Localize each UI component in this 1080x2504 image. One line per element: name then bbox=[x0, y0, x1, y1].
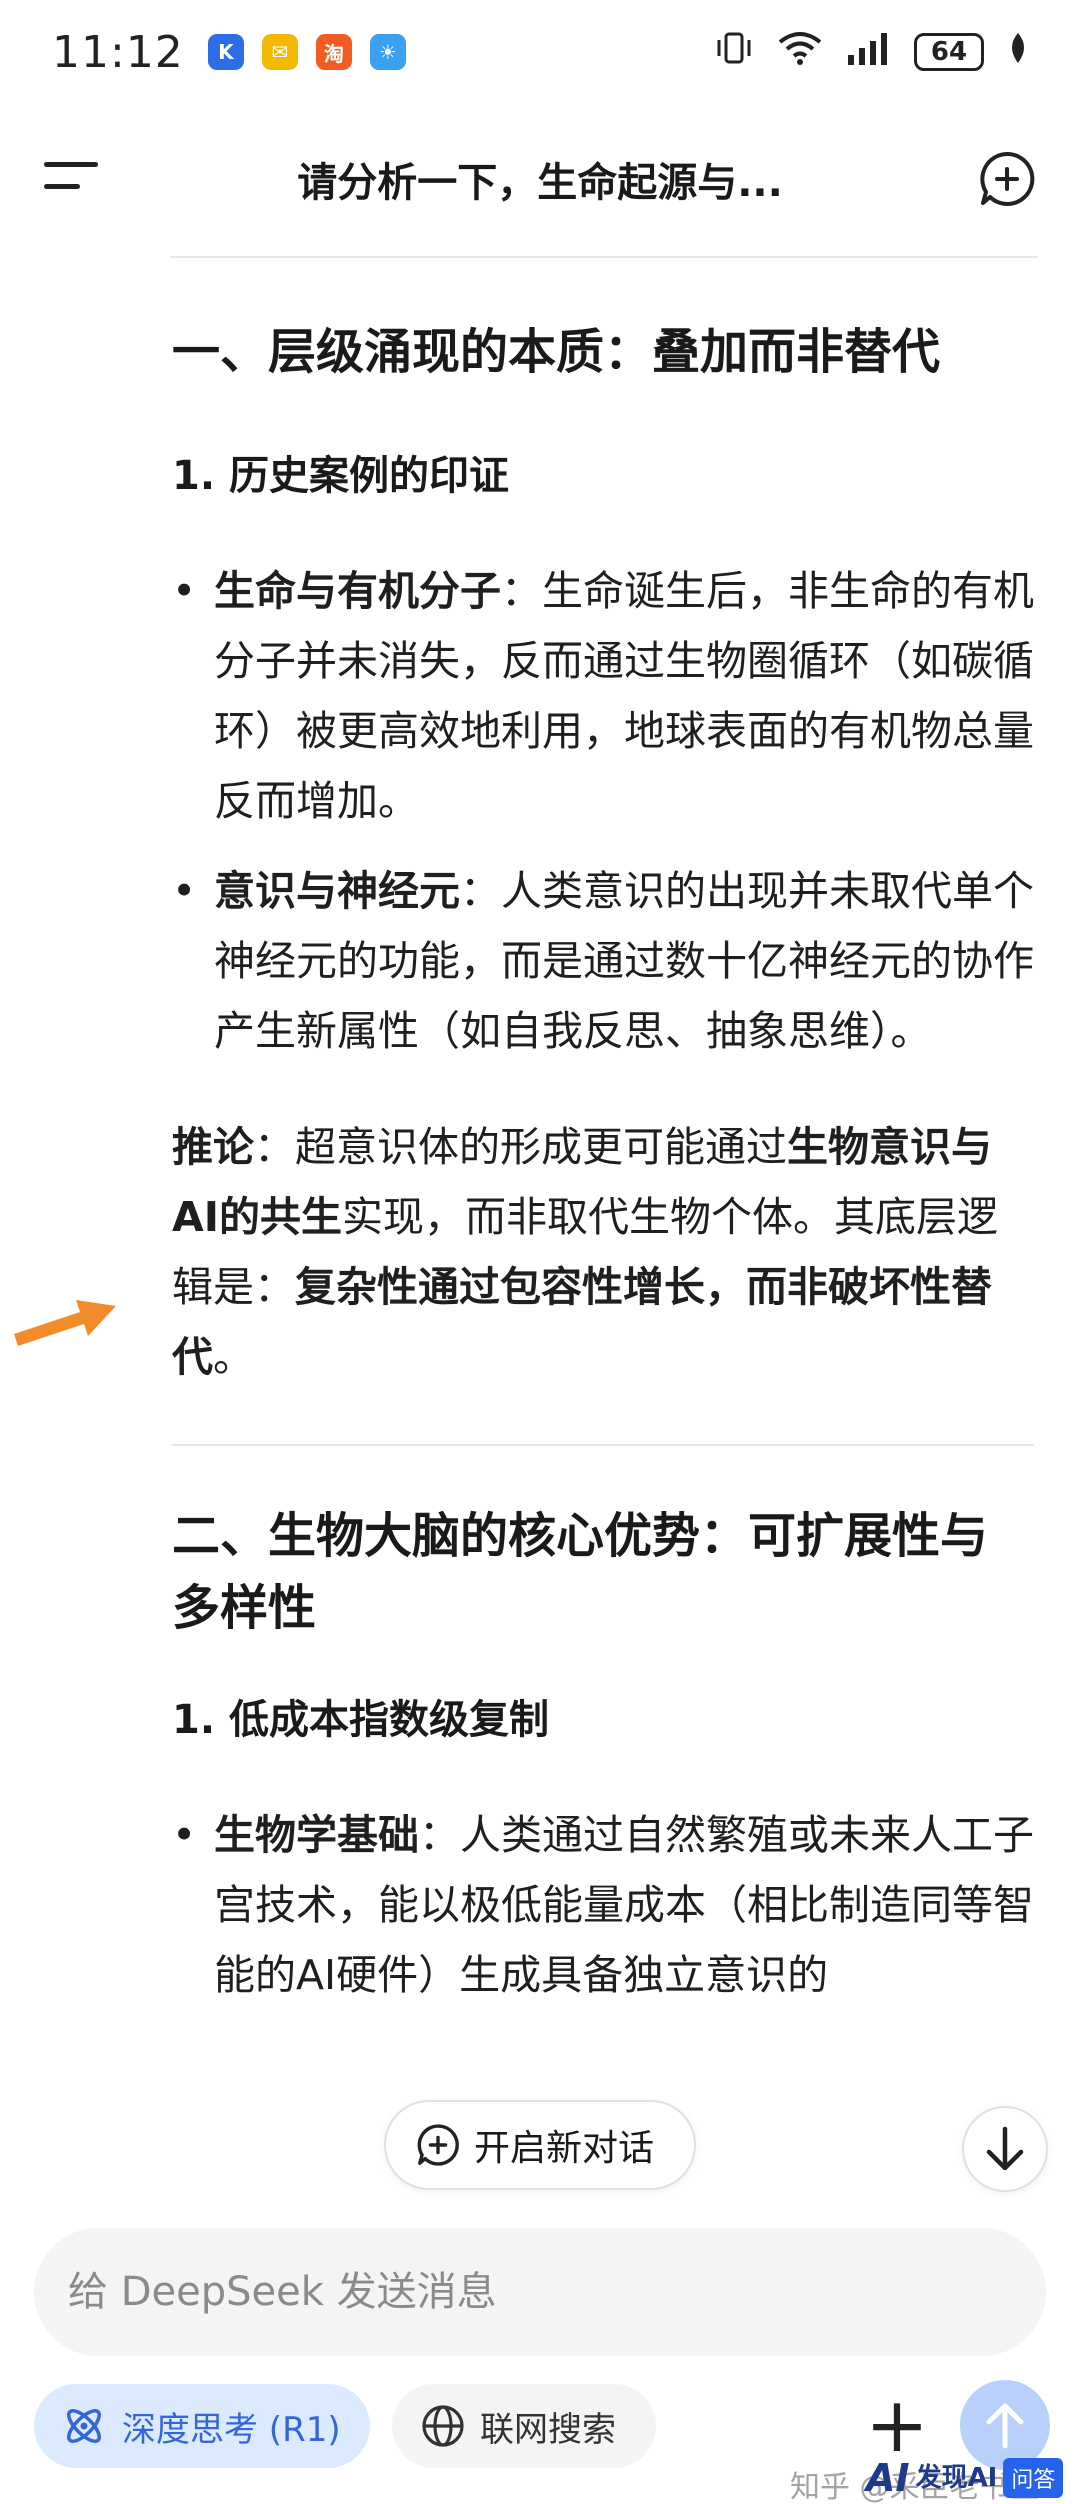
inference-emphasis: 复杂性通过包容性增长，而非破坏性替代 bbox=[172, 1263, 992, 1381]
chat-plus-icon bbox=[980, 151, 1035, 206]
web-search-button[interactable]: 联网搜索 bbox=[392, 2384, 656, 2468]
section-heading: 一、层级涌现的本质：叠加而非替代 bbox=[172, 324, 941, 380]
inference-text: 。 bbox=[213, 1333, 254, 1381]
menu-button[interactable] bbox=[44, 156, 100, 196]
chat-title: 请分析一下，生命起源与... bbox=[297, 160, 783, 206]
leaf-icon bbox=[1006, 31, 1030, 74]
deep-think-button[interactable]: 深度思考 (R1) bbox=[34, 2384, 370, 2468]
web-search-label: 联网搜索 bbox=[480, 2409, 616, 2450]
globe-icon bbox=[422, 2405, 464, 2447]
new-chat-button[interactable] bbox=[978, 150, 1036, 208]
start-new-chat-label: 开启新对话 bbox=[474, 2128, 655, 2169]
status-time: 11:12 bbox=[52, 26, 184, 78]
chat-header: 请分析一下，生命起源与... bbox=[0, 104, 1080, 250]
signal-icon bbox=[846, 31, 892, 74]
status-bar: 11:12 K ✉ 淘 ☀ 64 bbox=[0, 0, 1080, 104]
bullet-term: 生命与有机分子 bbox=[214, 567, 501, 615]
inference-text: ：超意识体的形成更可能通过 bbox=[254, 1123, 787, 1171]
vibrate-icon bbox=[714, 30, 754, 75]
faxianai-logo: AI 发现AI 问答 bbox=[866, 2454, 1068, 2502]
attach-button[interactable]: + bbox=[862, 2380, 932, 2469]
status-app-icons: K ✉ 淘 ☀ bbox=[207, 34, 406, 70]
arrow-down-icon bbox=[986, 2126, 1024, 2171]
list-item: 意识与神经元：人类意识的出现并未取代单个神经元的功能，而是通过数十亿神经元的协作… bbox=[172, 856, 1034, 1066]
atom-icon bbox=[67, 2409, 101, 2443]
list-item: 生物学基础：人类通过自然繁殖或未来人工子宫技术，能以极低能量成本（相比制造同等智… bbox=[172, 1800, 1034, 2010]
list-item: 生命与有机分子：生命诞生后，非生命的有机分子并未消失，反而通过生物圈循环（如碳循… bbox=[172, 556, 1034, 836]
section-heading: 二、生物大脑的核心优势：可扩展性与多样性 bbox=[172, 1508, 989, 1636]
arrow-up-icon bbox=[986, 2403, 1024, 2449]
logo-name: 发现AI bbox=[915, 2463, 998, 2493]
bullet-term: 意识与神经元 bbox=[214, 867, 460, 915]
chat-plus-icon bbox=[417, 2124, 459, 2166]
wifi-icon bbox=[776, 30, 824, 75]
status-indicators: 64 bbox=[714, 30, 1030, 75]
subsection-heading: 1. 历史案例的印证 bbox=[172, 453, 509, 499]
subsection-heading: 1. 低成本指数级复制 bbox=[172, 1697, 549, 1743]
inference-paragraph: 推论：超意识体的形成更可能通过生物意识与AI的共生实现，而非取代生物个体。其底层… bbox=[172, 1112, 1034, 1392]
mail-icon: ✉ bbox=[261, 34, 298, 70]
shop-icon: 淘 bbox=[315, 34, 352, 70]
section-divider bbox=[172, 1444, 1034, 1446]
logo-ai-text: AI bbox=[866, 2456, 910, 2500]
message-composer bbox=[34, 2228, 1046, 2356]
deep-think-label: 深度思考 (R1) bbox=[122, 2409, 341, 2450]
menu-line bbox=[44, 162, 98, 167]
plus-icon: + bbox=[865, 2380, 929, 2469]
menu-line bbox=[44, 184, 80, 189]
weather-icon: ☀ bbox=[369, 34, 406, 70]
bullet-term: 生物学基础 bbox=[214, 1811, 419, 1859]
start-new-chat-button[interactable]: 开启新对话 bbox=[384, 2100, 696, 2190]
inference-term: 推论 bbox=[172, 1123, 254, 1171]
scroll-to-bottom-button[interactable] bbox=[962, 2106, 1048, 2192]
message-input[interactable] bbox=[68, 2269, 968, 2315]
top-divider bbox=[170, 256, 1038, 258]
logo-badge: 问答 bbox=[1003, 2458, 1064, 2498]
message-content: 一、层级涌现的本质：叠加而非替代 1. 历史案例的印证 生命与有机分子：生命诞生… bbox=[172, 260, 1034, 2180]
orange-arrow-icon bbox=[14, 1300, 116, 1346]
app-k-icon: K bbox=[207, 34, 244, 70]
battery-indicator: 64 bbox=[914, 33, 984, 71]
